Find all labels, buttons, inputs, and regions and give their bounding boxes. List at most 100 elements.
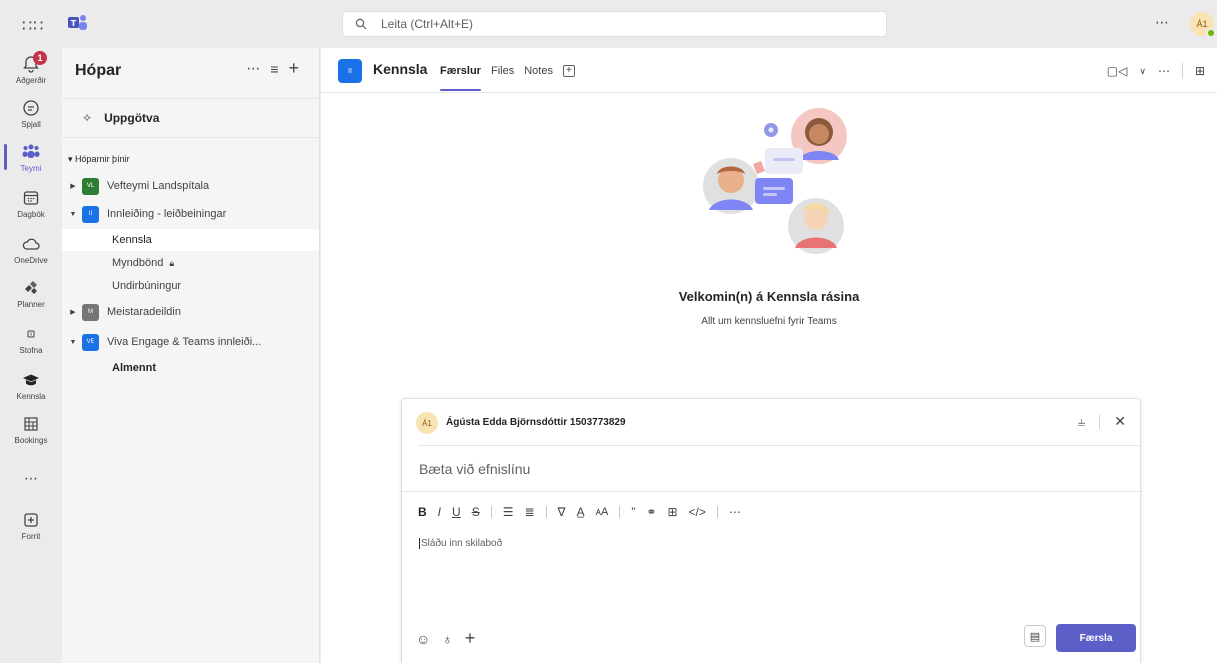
team-item[interactable]: ▶ VL Vefteymi Landspítala <box>62 174 319 198</box>
rail-label: OneDrive <box>14 256 48 265</box>
add-icon[interactable]: + <box>288 58 299 79</box>
discover-button[interactable]: ✧ Uppgötva <box>62 98 319 138</box>
rail-item-planner[interactable]: Planner <box>0 278 62 309</box>
user-avatar[interactable]: Á1 <box>1190 12 1216 38</box>
highlight-icon[interactable]: ∇ <box>558 505 566 519</box>
tab-files[interactable]: Files <box>491 48 514 93</box>
svg-text:T: T <box>71 19 77 28</box>
team-item[interactable]: ▼ II Innleiðing - leiðbeiningar <box>62 202 319 226</box>
channel-item[interactable]: Undirbúningur <box>62 275 319 297</box>
search-placeholder: Leita (Ctrl+Alt+E) <box>381 17 474 31</box>
create-icon <box>27 330 35 338</box>
channel-name: Almennt <box>112 362 156 374</box>
rail-label: Spjall <box>21 120 41 129</box>
section-your-teams[interactable]: ▾ Hóparnir þínir <box>68 154 130 165</box>
more-options-icon[interactable]: ⋯ <box>1155 14 1169 31</box>
more-options-icon[interactable]: ⋯ <box>246 60 260 77</box>
link-icon[interactable]: ⚭ <box>646 505 656 519</box>
tab-notes[interactable]: Notes <box>524 48 553 93</box>
notification-badge: 1 <box>33 51 47 65</box>
rail-item-create[interactable]: Stofna <box>0 324 62 355</box>
compose-avatar: Á1 <box>416 412 438 434</box>
compose-box: Á1 Ágústa Edda Björnsdóttir 1503773829 ⫨… <box>401 398 1142 663</box>
teams-logo-icon[interactable]: T <box>68 14 88 32</box>
divider <box>716 506 718 518</box>
rail-item-chat[interactable]: Spjall <box>0 98 62 129</box>
chat-icon <box>23 100 39 116</box>
chevron-right-icon: ▶ <box>70 309 76 316</box>
format-toolbar: B I U S ☰ ≣ ∇ A̲ ᴀA ” ⚭ ⊞ </> ⋯ <box>418 505 741 519</box>
team-name: Viva Engage & Teams innleiði... <box>107 336 262 348</box>
search-bar[interactable]: Leita (Ctrl+Alt+E) <box>342 11 887 37</box>
post-settings-icon[interactable]: ⫨ <box>1077 413 1085 430</box>
cloud-icon <box>22 238 40 250</box>
loop-icon[interactable]: ♁ <box>442 631 453 647</box>
italic-icon[interactable]: I <box>438 505 441 519</box>
rail-item-activity[interactable]: 1 Aðgerðir <box>0 51 62 85</box>
chevron-right-icon: ▶ <box>70 183 76 190</box>
font-size-icon[interactable]: ᴀA <box>596 506 609 518</box>
divider <box>1181 63 1183 79</box>
video-call-icon[interactable]: ▢◁ <box>1107 64 1128 78</box>
team-item[interactable]: ▶ M Meistaradeildin <box>62 300 319 324</box>
add-tab-icon[interactable]: + <box>562 64 575 77</box>
chevron-down-icon[interactable]: ∨ <box>1139 66 1146 77</box>
code-icon[interactable]: </> <box>689 505 706 519</box>
expand-pane-icon[interactable]: ⊞ <box>1195 64 1205 78</box>
rail-label: Aðgerðir <box>15 76 47 85</box>
planner-icon <box>25 281 37 294</box>
add-app-icon <box>24 513 38 527</box>
post-button[interactable]: Færsla <box>1056 624 1136 652</box>
welcome-subtitle: Allt um kennsluefni fyrir Teams <box>701 316 837 327</box>
team-avatar: M <box>82 303 99 321</box>
embed-icon[interactable]: ⊞ <box>667 505 677 519</box>
rail-item-onedrive[interactable]: OneDrive <box>0 234 62 265</box>
more-apps-icon: ⋯ <box>24 470 38 486</box>
rail-item-apps[interactable]: Forrit <box>0 510 62 541</box>
tab-posts[interactable]: Færslur <box>440 48 481 93</box>
message-input[interactable]: Sláðu inn skilaboð <box>419 538 502 549</box>
channel-item[interactable]: Kennsla <box>62 229 319 251</box>
chevron-down-icon: ▾ <box>68 154 73 164</box>
close-icon[interactable]: ✕ <box>1114 413 1126 430</box>
team-avatar: VE <box>82 333 99 351</box>
font-color-icon[interactable]: A̲ <box>577 505 585 519</box>
quote-icon[interactable]: ” <box>631 505 635 519</box>
subject-input[interactable]: Bæta við efnislínu <box>419 461 530 477</box>
chevron-down-icon: ▼ <box>69 338 77 346</box>
sparkle-icon: ✧ <box>82 111 93 125</box>
bold-icon[interactable]: B <box>418 505 427 519</box>
app-rail: 1 Aðgerðir Spjall Teymi Dagbók OneDrive … <box>0 48 62 663</box>
team-item[interactable]: ▼ VE Viva Engage & Teams innleiði... <box>62 330 319 354</box>
underline-icon[interactable]: U <box>452 505 461 519</box>
bulleted-list-icon[interactable]: ☰ <box>503 505 514 519</box>
more-options-icon[interactable]: ⋯ <box>1158 64 1170 78</box>
avatar-initials: Á1 <box>1196 19 1208 29</box>
add-attachment-icon[interactable]: + <box>465 628 476 649</box>
rail-label: Planner <box>17 300 45 309</box>
calendar-icon <box>23 191 39 205</box>
compose-bottom-actions: ☺ ♁ + <box>416 628 475 649</box>
channel-item[interactable]: Almennt <box>62 357 319 379</box>
divider <box>402 491 1142 492</box>
rail-item-kennsla[interactable]: Kennsla <box>0 370 62 401</box>
numbered-list-icon[interactable]: ≣ <box>524 505 534 519</box>
search-icon <box>355 18 367 30</box>
format-toggle-icon[interactable]: ▤ <box>1024 625 1046 647</box>
divider <box>545 506 547 518</box>
rail-item-calendar[interactable]: Dagbók <box>0 188 62 219</box>
divider <box>418 445 1140 446</box>
filter-icon[interactable]: ≡ <box>270 61 278 77</box>
channel-item[interactable]: Myndbönd 🔒︎ <box>62 252 319 274</box>
team-avatar: II <box>82 205 99 223</box>
more-format-icon[interactable]: ⋯ <box>729 505 741 519</box>
channel-main: II Kennsla Færslur Files Notes + ▢◁ ∨ ⋯ … <box>321 48 1217 663</box>
rail-label: Forrit <box>21 532 41 541</box>
strikethrough-icon[interactable]: S <box>472 505 480 519</box>
rail-item-more-apps[interactable]: ⋯ <box>0 470 62 487</box>
rail-item-bookings[interactable]: Bookings <box>0 414 62 445</box>
emoji-icon[interactable]: ☺ <box>416 631 430 647</box>
rail-item-teams[interactable]: Teymi <box>0 142 62 173</box>
app-launcher-icon[interactable]: ∷∷ <box>22 16 44 36</box>
presence-available-icon <box>1206 28 1216 38</box>
